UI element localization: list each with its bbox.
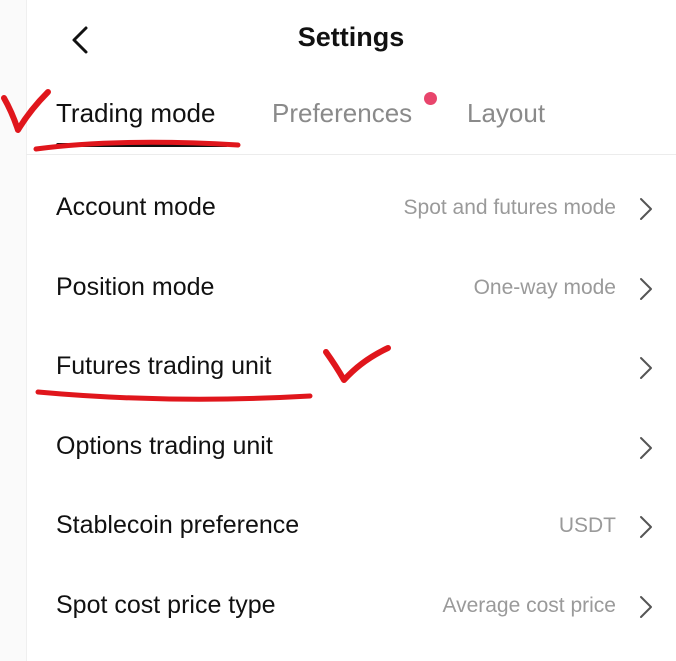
setting-value: USDT — [558, 514, 616, 537]
setting-value: Average cost price — [442, 594, 616, 617]
chevron-right-icon — [640, 357, 652, 379]
tab-trading-mode[interactable]: Trading mode — [56, 98, 215, 129]
active-tab-indicator — [56, 143, 228, 147]
setting-row-options-trading-unit[interactable]: Options trading unit — [26, 408, 676, 487]
setting-label: Futures trading unit — [56, 352, 272, 380]
left-edge-strip — [0, 0, 27, 661]
setting-label: Spot cost price type — [56, 591, 276, 619]
setting-row-spot-cost-price-type[interactable]: Spot cost price type Average cost price — [26, 567, 676, 646]
setting-row-account-mode[interactable]: Account mode Spot and futures mode — [26, 169, 676, 248]
setting-value: One-way mode — [473, 276, 616, 299]
tab-preferences[interactable]: Preferences — [272, 98, 412, 129]
chevron-right-icon — [640, 278, 652, 300]
chevron-right-icon — [640, 596, 652, 618]
setting-label: Account mode — [56, 193, 216, 221]
setting-row-futures-trading-unit[interactable]: Futures trading unit — [26, 328, 676, 407]
setting-label: Stablecoin preference — [56, 511, 300, 539]
chevron-right-icon — [640, 437, 652, 459]
page-title: Settings — [297, 22, 405, 52]
chevron-right-icon — [640, 516, 652, 538]
chevron-right-icon — [640, 198, 652, 220]
setting-row-stablecoin-preference[interactable]: Stablecoin preference USDT — [26, 487, 676, 566]
tab-layout[interactable]: Layout — [467, 98, 545, 129]
setting-label: Options trading unit — [56, 432, 273, 460]
setting-label: Position mode — [56, 273, 215, 301]
header-bar: Settings — [26, 0, 676, 82]
notification-dot — [424, 92, 437, 105]
tab-bar: Trading mode Preferences Layout — [26, 88, 676, 155]
setting-row-position-mode[interactable]: Position mode One-way mode — [26, 249, 676, 328]
setting-value: Spot and futures mode — [403, 196, 616, 219]
